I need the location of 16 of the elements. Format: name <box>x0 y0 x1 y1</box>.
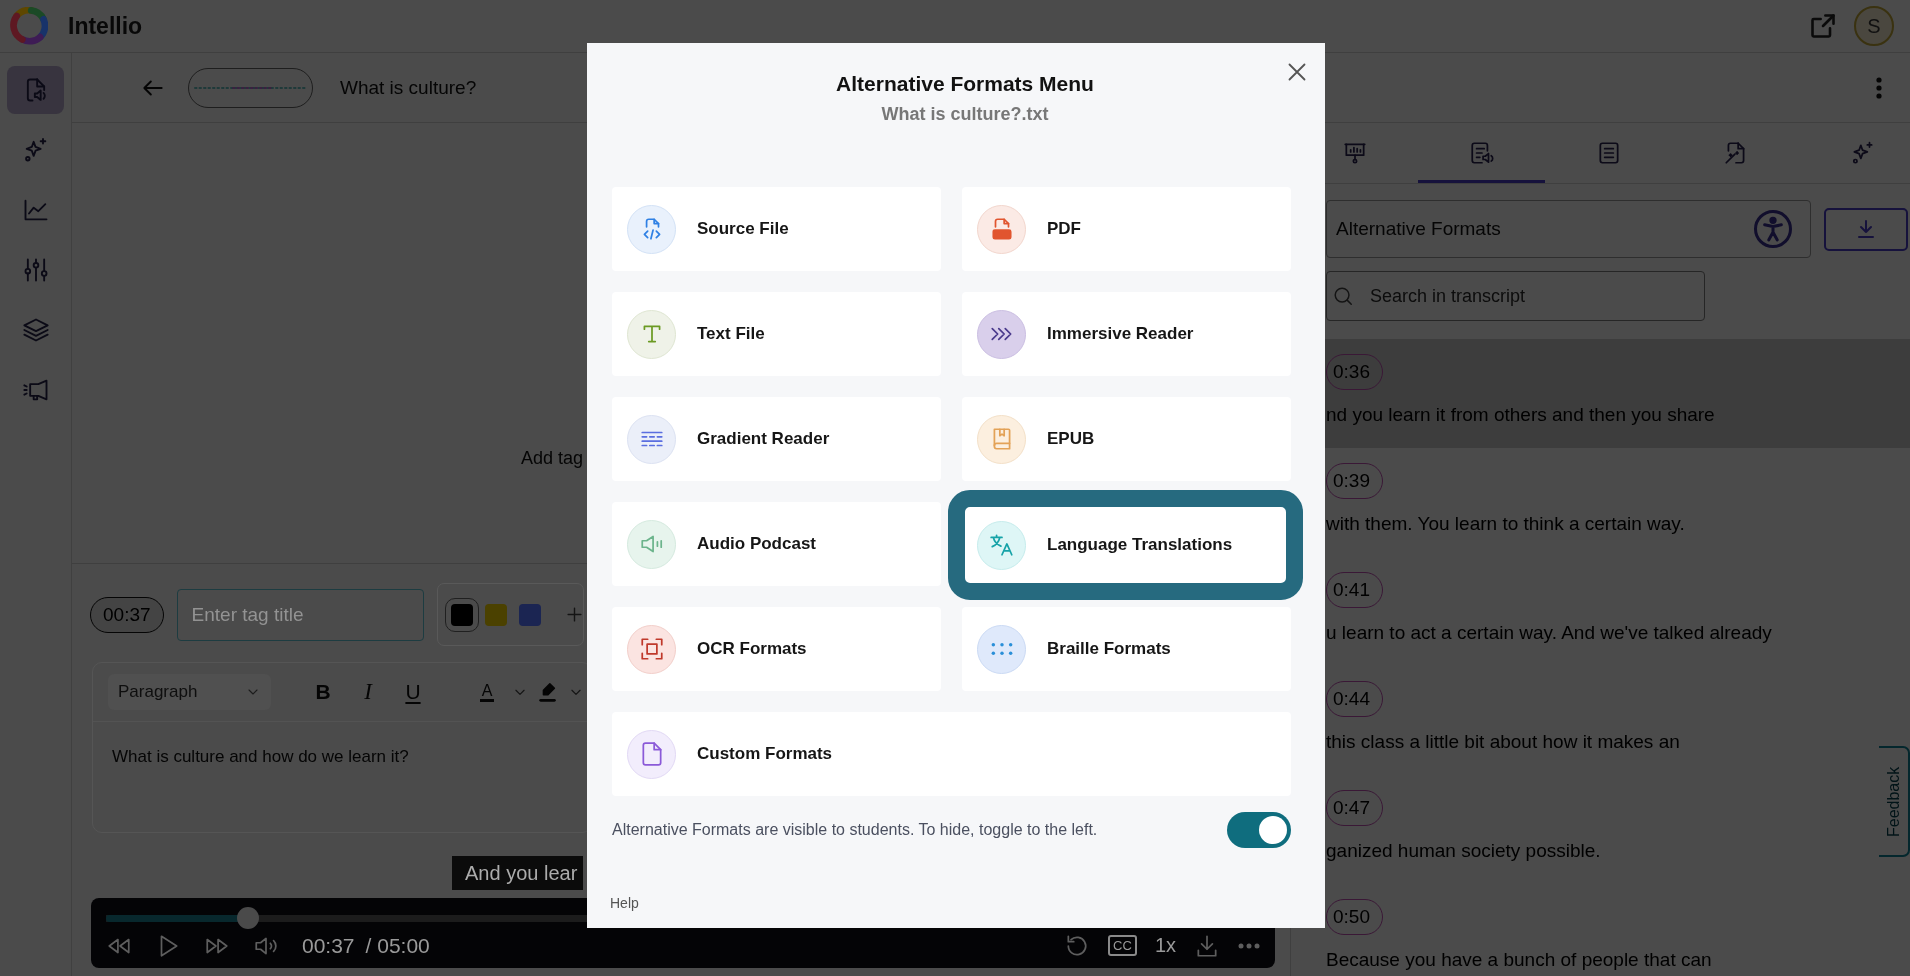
timestamp: 00:37 <box>90 596 164 633</box>
caption: And you lear <box>452 856 584 890</box>
segment-text: this class a little bit about how it makes an <box>1326 730 1680 754</box>
current-time: 00:37 <box>302 933 355 958</box>
modal-title: Alternative Formats Menu <box>835 71 1095 97</box>
empty-tags-hint: Add tag <box>521 448 584 468</box>
duration: / 05:00 <box>365 933 430 958</box>
visibility-note: Alternative Formats are visible to students. To hide, toggle to the left. <box>612 821 1098 839</box>
segment-text: ganized human society possible. <box>1326 839 1601 863</box>
segment-text: Because you have a bunch of people that can <box>1326 948 1712 972</box>
segment-text: nd you learn it from others and then you share <box>1326 403 1715 427</box>
page-title: What is culture? <box>340 76 477 99</box>
app-name: Intellio <box>68 12 143 40</box>
segment-text: u learn to act a certain way. And we've talked already <box>1326 621 1772 645</box>
segment-text: with them. You learn to think a certain way. <box>1326 512 1685 536</box>
modal-subtitle: What is culture?.txt <box>880 103 1050 125</box>
